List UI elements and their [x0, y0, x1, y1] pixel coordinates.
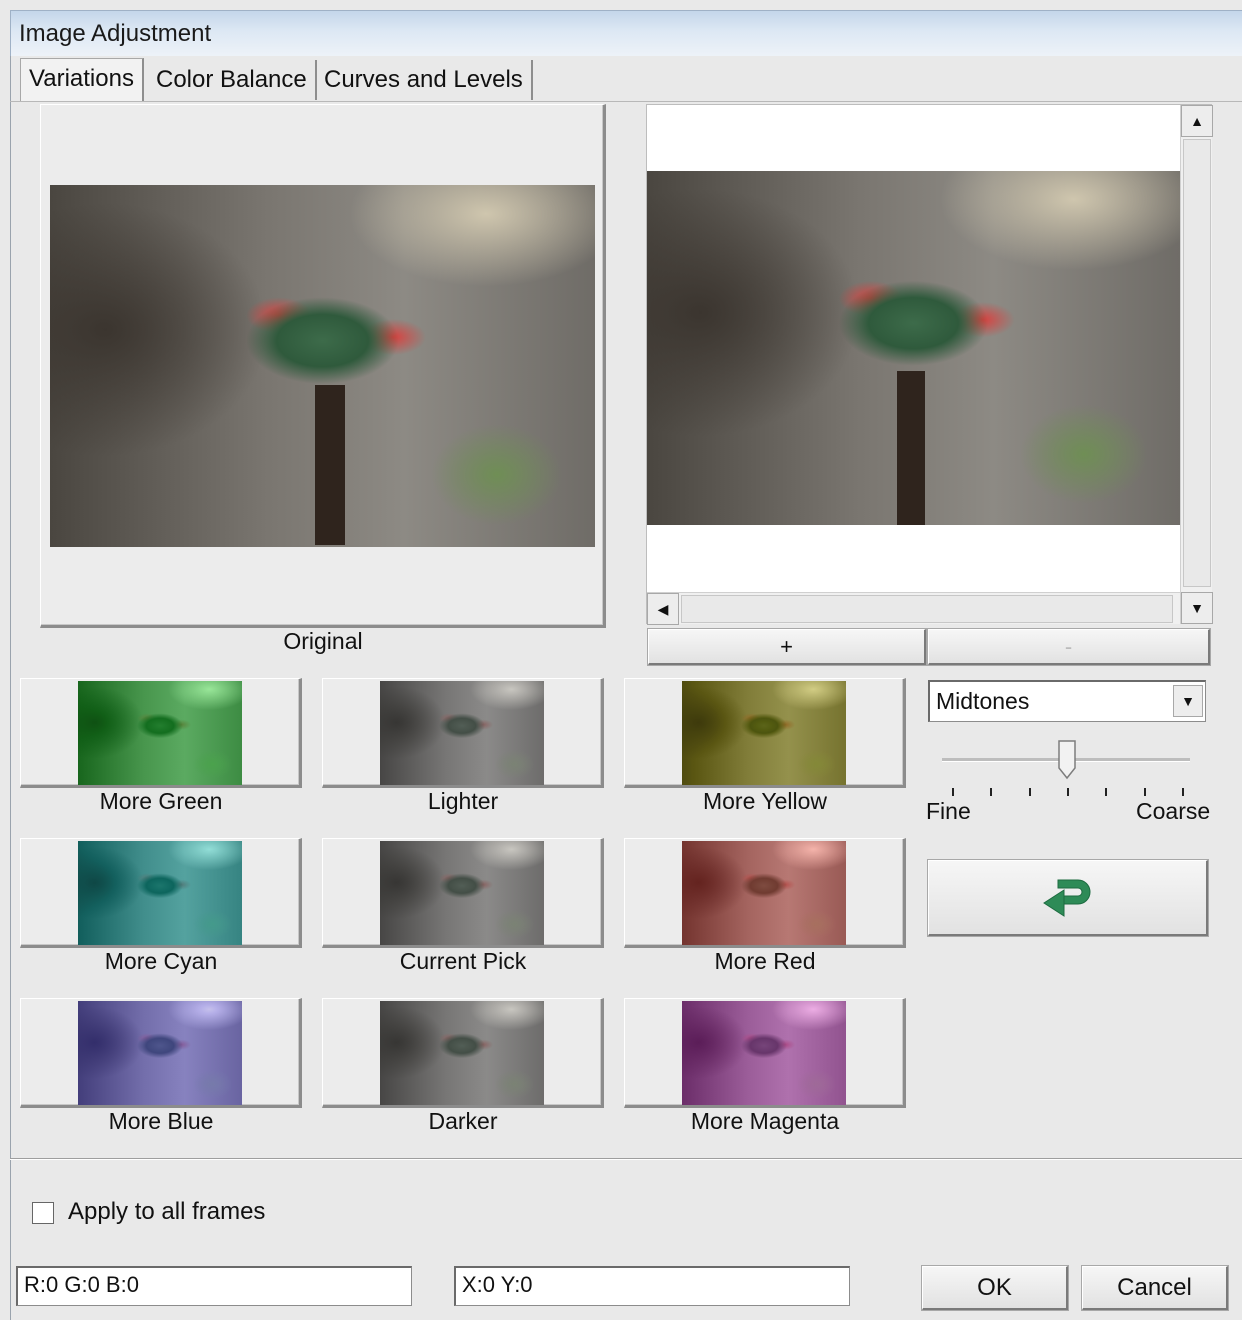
variation-thumbnail: [380, 841, 544, 945]
variation-label: Lighter: [322, 788, 604, 818]
variation-thumbnail: [682, 841, 846, 945]
variation-thumbnail: [78, 841, 242, 945]
tab-curves-and-levels[interactable]: Curves and Levels: [316, 60, 533, 100]
tab-label: Variations: [29, 65, 134, 92]
slider-tick: [1067, 788, 1069, 796]
slider-tick: [990, 788, 992, 796]
window-title-bar[interactable]: Image Adjustment: [10, 10, 1242, 56]
slider-tick: [1144, 788, 1146, 796]
slider-tick: [1182, 788, 1184, 796]
variation-tint-overlay: [682, 1001, 846, 1105]
variation-label: More Green: [20, 788, 302, 818]
horizontal-scroll-thumb[interactable]: [681, 595, 1173, 623]
preview-image: [647, 171, 1180, 525]
variation-more-cyan-button[interactable]: [20, 838, 302, 948]
apply-all-frames-label: Apply to all frames: [68, 1198, 265, 1228]
tab-color-balance[interactable]: Color Balance: [148, 60, 317, 100]
zoom-in-button[interactable]: +: [648, 629, 926, 665]
preview-panel[interactable]: ▲ ▼ ◀: [646, 104, 1212, 624]
variation-label: More Red: [624, 948, 906, 978]
variation-thumbnail: [682, 1001, 846, 1105]
variation-tint-overlay: [380, 1001, 544, 1105]
flower-stem: [315, 385, 345, 545]
variation-thumbnail: [682, 681, 846, 785]
zoom-out-button[interactable]: -: [928, 629, 1210, 665]
chevron-down-icon: ▼: [1181, 682, 1195, 720]
tone-select-dropdown-button[interactable]: ▼: [1173, 685, 1203, 717]
slider-fine-label: Fine: [926, 798, 971, 828]
vertical-scrollbar[interactable]: ▲ ▼: [1180, 105, 1212, 624]
slider-tick: [1105, 788, 1107, 796]
variation-thumbnail: [78, 681, 242, 785]
variation-current-pick-button[interactable]: [322, 838, 604, 948]
variation-tint-overlay: [380, 681, 544, 785]
original-panel: [40, 104, 606, 628]
xy-readout: X:0 Y:0: [454, 1266, 850, 1306]
reset-button[interactable]: [928, 860, 1208, 936]
tone-select[interactable]: Midtones ▼: [928, 680, 1206, 722]
vertical-scroll-thumb[interactable]: [1183, 139, 1211, 587]
variation-label: Darker: [322, 1108, 604, 1138]
tab-divider: [10, 101, 1242, 102]
variation-tint-overlay: [682, 681, 846, 785]
slider-coarse-label: Coarse: [1136, 798, 1210, 828]
scroll-up-button[interactable]: ▲: [1181, 105, 1213, 137]
reset-arrow-icon: [1038, 872, 1098, 924]
section-divider: [10, 1158, 1242, 1160]
variation-tint-overlay: [78, 1001, 242, 1105]
variation-more-blue-button[interactable]: [20, 998, 302, 1108]
arrow-down-icon: ▼: [1190, 600, 1204, 616]
cancel-button[interactable]: Cancel: [1082, 1266, 1228, 1310]
flower-stem: [897, 371, 925, 525]
variation-more-red-button[interactable]: [624, 838, 906, 948]
variation-darker-button[interactable]: [322, 998, 604, 1108]
variation-tint-overlay: [78, 841, 242, 945]
variation-thumbnail: [78, 1001, 242, 1105]
original-image: [50, 185, 595, 547]
variation-tint-overlay: [78, 681, 242, 785]
variation-tint-overlay: [380, 841, 544, 945]
window-title: Image Adjustment: [19, 20, 211, 47]
arrow-left-icon: ◀: [658, 601, 669, 618]
slider-tick: [952, 788, 954, 796]
variation-label: Current Pick: [322, 948, 604, 978]
original-label: Original: [40, 628, 606, 660]
tab-label: Color Balance: [156, 66, 307, 93]
tab-variations[interactable]: Variations: [20, 58, 144, 102]
variation-tint-overlay: [682, 841, 846, 945]
coarseness-slider-thumb[interactable]: [1058, 740, 1076, 780]
slider-tick: [1029, 788, 1031, 796]
variation-more-yellow-button[interactable]: [624, 678, 906, 788]
horizontal-scrollbar[interactable]: ◀: [647, 592, 1180, 624]
variation-label: More Magenta: [624, 1108, 906, 1138]
scroll-down-button[interactable]: ▼: [1181, 592, 1213, 624]
variation-thumbnail: [380, 681, 544, 785]
apply-all-frames-checkbox[interactable]: [32, 1202, 54, 1224]
ok-button[interactable]: OK: [922, 1266, 1068, 1310]
scroll-left-button[interactable]: ◀: [647, 593, 679, 625]
rgb-readout: R:0 G:0 B:0: [16, 1266, 412, 1306]
variation-thumbnail: [380, 1001, 544, 1105]
variation-label: More Cyan: [20, 948, 302, 978]
variation-lighter-button[interactable]: [322, 678, 604, 788]
tone-select-value: Midtones: [936, 688, 1029, 714]
tab-label: Curves and Levels: [324, 66, 523, 93]
arrow-up-icon: ▲: [1190, 113, 1204, 129]
variation-label: More Yellow: [624, 788, 906, 818]
variation-more-magenta-button[interactable]: [624, 998, 906, 1108]
variation-label: More Blue: [20, 1108, 302, 1138]
variation-more-green-button[interactable]: [20, 678, 302, 788]
